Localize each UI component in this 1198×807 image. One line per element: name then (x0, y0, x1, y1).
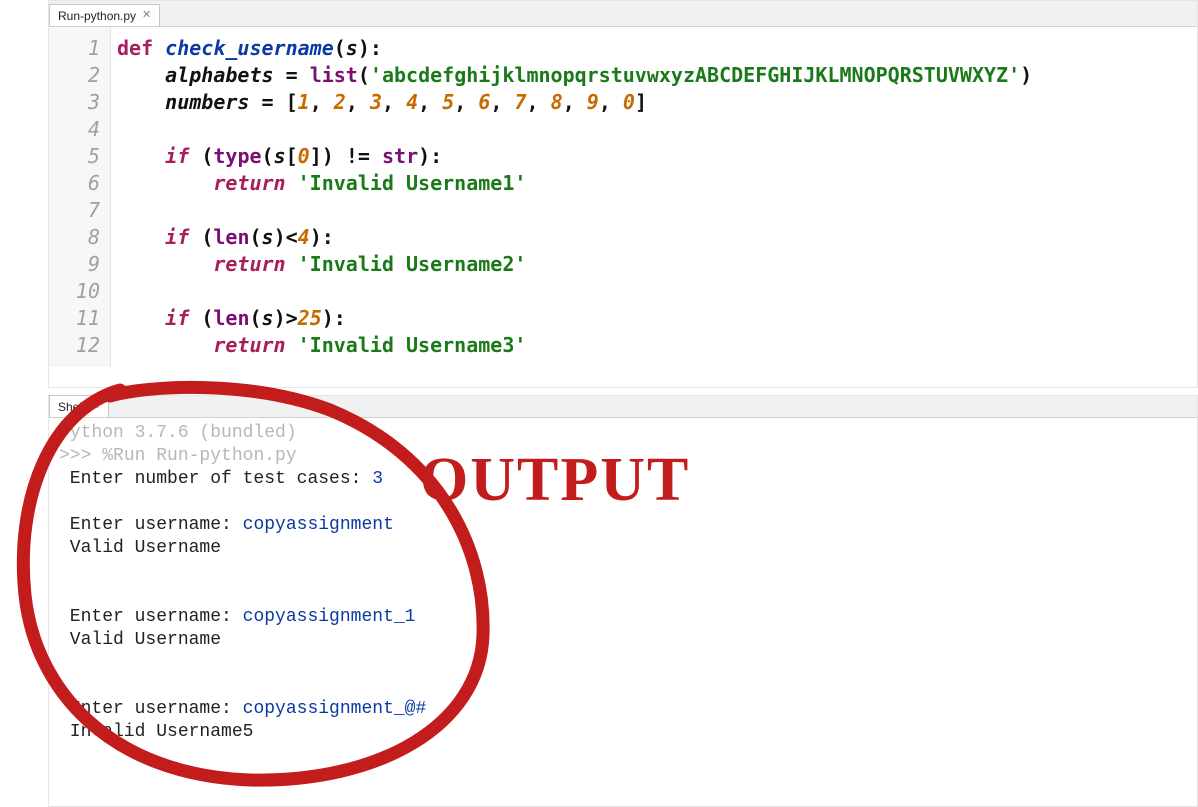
shell-pane: Shell ✕ Python 3.7.6 (bundled) >>> %Run … (48, 395, 1198, 807)
output-line: Invalid Username5 (59, 722, 253, 742)
close-icon[interactable]: ✕ (142, 10, 151, 21)
line-number: 8 (49, 224, 100, 251)
line-number: 2 (49, 62, 100, 89)
code-text[interactable]: def check_username(s): alphabets = list(… (111, 27, 1032, 367)
line-number: 9 (49, 251, 100, 278)
line-number: 11 (49, 305, 100, 332)
line-number: 4 (49, 116, 100, 143)
line-number: 7 (49, 197, 100, 224)
shell-tab-label: Shell (58, 400, 85, 414)
editor-tab-label: Run-python.py (58, 9, 136, 23)
prompt-text: Enter username: (59, 699, 243, 719)
output-line: Valid Username (59, 538, 221, 558)
line-number: 10 (49, 278, 100, 305)
run-command: %Run Run-python.py (102, 446, 296, 466)
prompt-text: Enter username: (59, 607, 243, 627)
line-gutter: 1 2 3 4 5 6 7 8 9 10 11 12 (49, 27, 111, 367)
line-number: 6 (49, 170, 100, 197)
shell-tab-strip: Shell ✕ (49, 396, 1197, 418)
user-input: copyassignment_@# (243, 699, 427, 719)
code-area[interactable]: 1 2 3 4 5 6 7 8 9 10 11 12 def check_use… (49, 27, 1197, 367)
shell-tab[interactable]: Shell ✕ (49, 395, 109, 417)
line-number: 12 (49, 332, 100, 359)
line-number: 5 (49, 143, 100, 170)
editor-tab[interactable]: Run-python.py ✕ (49, 4, 160, 26)
output-line: Valid Username (59, 630, 221, 650)
shell-output[interactable]: Python 3.7.6 (bundled) >>> %Run Run-pyth… (49, 418, 1197, 748)
user-input: copyassignment (243, 515, 394, 535)
prompt-text: Enter number of test cases: (59, 469, 372, 489)
shell-prompt: >>> (59, 446, 102, 466)
editor-pane: Run-python.py ✕ 1 2 3 4 5 6 7 8 9 10 11 … (48, 0, 1198, 388)
line-number: 3 (49, 89, 100, 116)
line-number: 1 (49, 35, 100, 62)
user-input: 3 (372, 469, 383, 489)
close-icon[interactable]: ✕ (91, 401, 100, 412)
user-input: copyassignment_1 (243, 607, 416, 627)
prompt-text: Enter username: (59, 515, 243, 535)
editor-tab-strip: Run-python.py ✕ (49, 1, 1197, 27)
python-banner: Python 3.7.6 (bundled) (59, 423, 297, 443)
